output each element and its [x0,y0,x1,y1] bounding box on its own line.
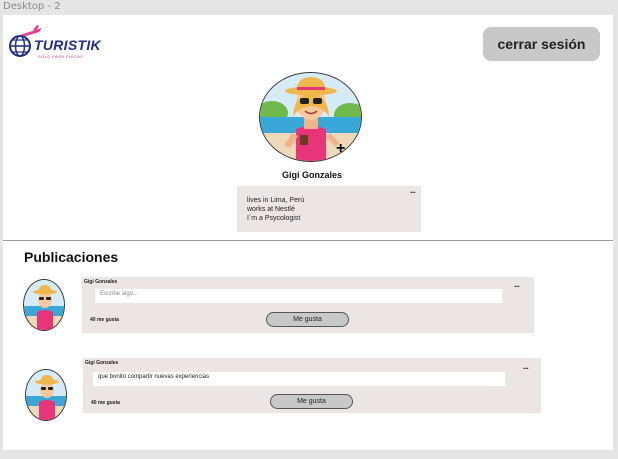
post-author: Gigi Gonzales [84,279,118,285]
frame-label: Desktop - 2 [3,1,61,12]
more-options-icon[interactable]: ... [410,187,416,195]
profile-name: Gigi Gonzales [281,170,342,180]
brand-logo[interactable]: TURISTIK SOLO PARA CHICAS [6,21,101,61]
desktop-canvas: TURISTIK SOLO PARA CHICAS cerrar sesión … [3,15,613,450]
bio-line: works at Nestlé [247,206,295,213]
add-photo-icon[interactable]: + [336,141,345,157]
post-text: que bonito compartir nuevas experiencias [93,372,505,386]
post-card: Gigi Gonzales ... Escribe algo... 40 me … [82,277,534,333]
like-button[interactable]: Me gusta [266,312,349,327]
like-button[interactable]: Me gusta [270,394,353,409]
avatar-illustration [24,280,64,330]
post-author-avatar[interactable] [25,369,67,421]
profile-avatar[interactable] [259,72,362,162]
section-title: Publicaciones [24,249,119,265]
bio-card: lives in Lima, Perú works at Nestlé I´m … [237,186,421,232]
bio-line: I´m a Psycologist [247,215,301,222]
post-author: Gigi Gonzales [85,360,119,366]
post-card: Gigi Gonzales ... que bonito compartir n… [83,358,541,413]
section-divider [3,240,613,241]
logo-tagline: SOLO PARA CHICAS [38,54,84,59]
more-options-icon[interactable]: ... [514,281,520,289]
like-count: 40 me gusta [90,317,119,323]
like-count: 40 me gusta [91,400,120,406]
logout-button[interactable]: cerrar sesión [483,27,600,61]
post-input[interactable]: Escribe algo... [95,289,502,303]
post-author-avatar[interactable] [23,279,65,331]
avatar-illustration [260,73,361,161]
bio-line: lives in Lima, Perú [247,197,305,204]
avatar-illustration [26,370,66,420]
logo-wordmark: TURISTIK [34,37,101,53]
more-options-icon[interactable]: ... [523,363,529,371]
